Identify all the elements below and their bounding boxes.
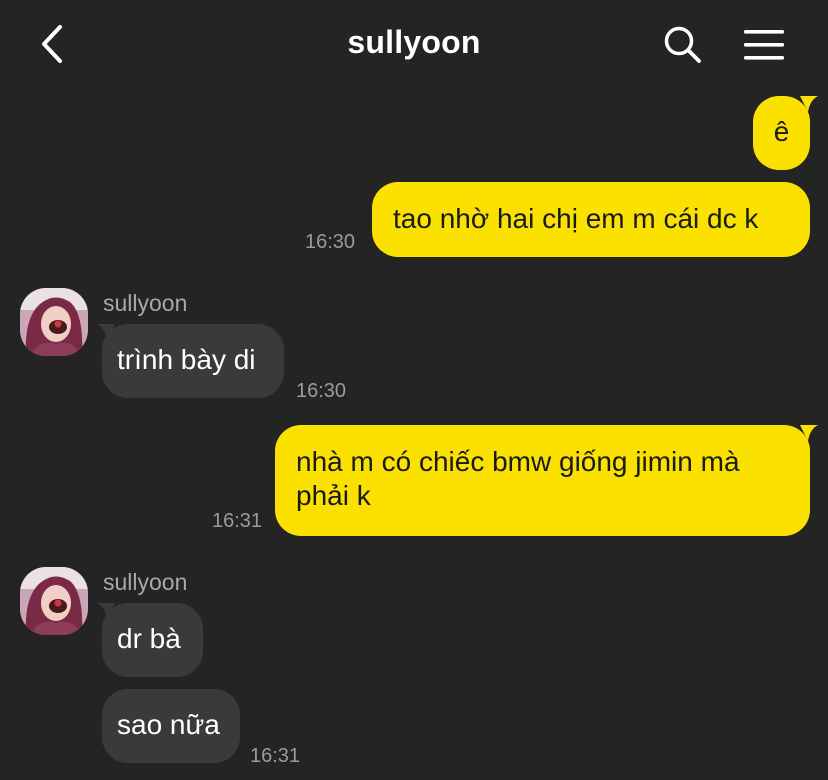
message-bubble-received[interactable]: sao nữa (102, 689, 240, 763)
message-text: dr bà (117, 623, 181, 654)
message-timestamp: 16:31 (212, 510, 263, 532)
message-timestamp: 16:30 (305, 231, 356, 253)
contact-avatar[interactable] (20, 288, 88, 356)
message-bubble-received[interactable]: dr bà (102, 603, 203, 677)
message-bubble-sent[interactable]: nhà m có chiếc bmw giống jimin mà phải k (275, 425, 810, 536)
chat-header: sullyoon (0, 0, 828, 90)
message-text: ê (773, 116, 790, 147)
avatar-photo (20, 288, 88, 356)
search-button[interactable] (660, 22, 706, 68)
message-text: sao nữa (117, 709, 220, 740)
sender-name: sullyoon (103, 290, 188, 316)
hamburger-menu-icon (744, 30, 784, 60)
avatar-photo (20, 567, 88, 635)
message-timestamp: 16:30 (296, 380, 347, 402)
sender-name: sullyoon (103, 569, 188, 595)
search-icon (664, 26, 701, 63)
message-text: nhà m có chiếc bmw giống jimin mà phải k (296, 446, 740, 511)
message-timestamp: 16:31 (250, 745, 301, 767)
menu-button[interactable] (740, 22, 788, 68)
contact-avatar[interactable] (20, 567, 88, 635)
message-bubble-sent[interactable]: tao nhờ hai chị em m cái dc k (372, 182, 810, 257)
bubble-tail (800, 96, 818, 112)
message-text: trình bày di (117, 344, 256, 375)
bubble-tail (800, 425, 818, 441)
message-bubble-received[interactable]: trình bày di (102, 324, 284, 398)
message-text: tao nhờ hai chị em m cái dc k (393, 203, 759, 234)
